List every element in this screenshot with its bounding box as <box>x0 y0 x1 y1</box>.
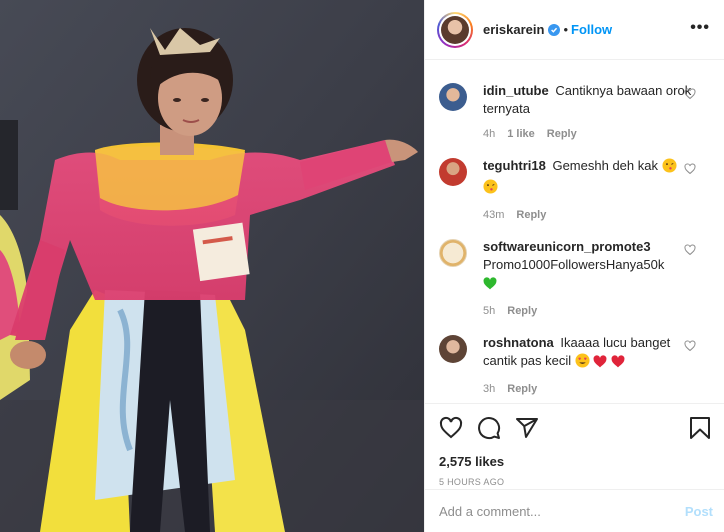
comment-like-icon[interactable] <box>684 243 696 261</box>
post-comment-button[interactable]: Post <box>685 504 713 519</box>
comment-text-block: roshnatona Ikaaaa lucu banget cantik pas… <box>483 334 693 373</box>
comment-text-block: idin_utube Cantiknya bawaan orok ternyat… <box>483 82 693 118</box>
photo-illustration <box>0 0 424 532</box>
comment-meta: 43m Reply <box>483 209 693 221</box>
red-heart-emoji <box>611 355 625 373</box>
comment-item: idin_utube Cantiknya bawaan orok ternyat… <box>439 82 710 140</box>
comment-time[interactable]: 4h <box>483 128 495 140</box>
reply-button[interactable]: Reply <box>516 209 546 221</box>
commenter-avatar[interactable] <box>439 158 467 186</box>
comment-time[interactable]: 43m <box>483 209 504 221</box>
separator-dot: • <box>563 22 568 37</box>
verified-icon <box>548 23 561 36</box>
comment-like-icon[interactable] <box>684 87 696 105</box>
commenter-username[interactable]: roshnatona <box>483 335 554 350</box>
reply-button[interactable]: Reply <box>507 305 537 317</box>
comment-meta: 4h 1 like Reply <box>483 128 693 140</box>
comments-list[interactable]: idin_utube Cantiknya bawaan orok ternyat… <box>425 60 724 403</box>
more-icon[interactable]: ••• <box>690 20 710 36</box>
author-username[interactable]: eriskarein <box>483 22 544 37</box>
comment-body: idin_utube Cantiknya bawaan orok ternyat… <box>483 82 693 140</box>
comment-text: Gemeshh deh kak <box>552 158 658 173</box>
comment-time[interactable]: 3h <box>483 383 495 395</box>
reply-button[interactable]: Reply <box>507 383 537 395</box>
follow-button[interactable]: Follow <box>571 22 612 37</box>
commenter-avatar[interactable] <box>439 335 467 363</box>
comment-time[interactable]: 5h <box>483 305 495 317</box>
avatar-frame <box>439 13 471 46</box>
comment-like-icon[interactable] <box>684 339 696 357</box>
save-icon[interactable] <box>689 416 711 440</box>
kiss-emoji <box>483 179 498 199</box>
add-comment-bar: Post <box>425 489 724 532</box>
commenter-username[interactable]: teguhtri18 <box>483 158 546 173</box>
comment-like-icon[interactable] <box>684 162 696 180</box>
avatar-image <box>441 15 469 44</box>
comment-item: teguhtri18 Gemeshh deh kak 43m Reply <box>439 157 710 221</box>
comment-text-block: teguhtri18 Gemeshh deh kak <box>483 157 693 199</box>
comment-body: teguhtri18 Gemeshh deh kak 43m Reply <box>483 157 693 221</box>
comment-body: roshnatona Ikaaaa lucu banget cantik pas… <box>483 334 693 395</box>
comment-icon[interactable] <box>477 416 501 440</box>
post-photo[interactable] <box>0 0 424 532</box>
post-side-panel: eriskarein • Follow ••• idin_utube Canti… <box>424 0 724 532</box>
commenter-avatar[interactable] <box>439 83 467 111</box>
commenter-username[interactable]: idin_utube <box>483 83 549 98</box>
comment-body: softwareunicorn_promote3 Promo1000Follow… <box>483 238 693 317</box>
share-icon[interactable] <box>515 416 539 440</box>
comment-text: Promo1000FollowersHanya50k <box>483 257 665 272</box>
red-heart-emoji <box>593 355 607 373</box>
comment-meta: 5h Reply <box>483 305 693 317</box>
like-count[interactable]: 2,575 likes <box>439 454 711 469</box>
green-heart-emoji <box>483 277 497 295</box>
heart-icon[interactable] <box>439 416 463 440</box>
author-avatar[interactable] <box>437 11 473 48</box>
heart-eyes-emoji <box>575 353 590 373</box>
action-icons <box>439 412 711 444</box>
commenter-username[interactable]: softwareunicorn_promote3 <box>483 239 651 254</box>
comment-input[interactable] <box>439 503 685 519</box>
comment-item: roshnatona Ikaaaa lucu banget cantik pas… <box>439 334 710 395</box>
reply-button[interactable]: Reply <box>547 128 577 140</box>
post-actions: 2,575 likes 5 HOURS AGO <box>425 403 724 487</box>
commenter-avatar[interactable] <box>439 239 467 267</box>
post-header: eriskarein • Follow ••• <box>425 0 724 60</box>
comment-item: softwareunicorn_promote3 Promo1000Follow… <box>439 238 710 317</box>
kiss-emoji <box>662 158 677 178</box>
comment-text-block: softwareunicorn_promote3 Promo1000Follow… <box>483 238 693 295</box>
comment-like-count[interactable]: 1 like <box>507 128 535 140</box>
comment-meta: 3h Reply <box>483 383 693 395</box>
post-timestamp[interactable]: 5 HOURS AGO <box>439 477 711 487</box>
